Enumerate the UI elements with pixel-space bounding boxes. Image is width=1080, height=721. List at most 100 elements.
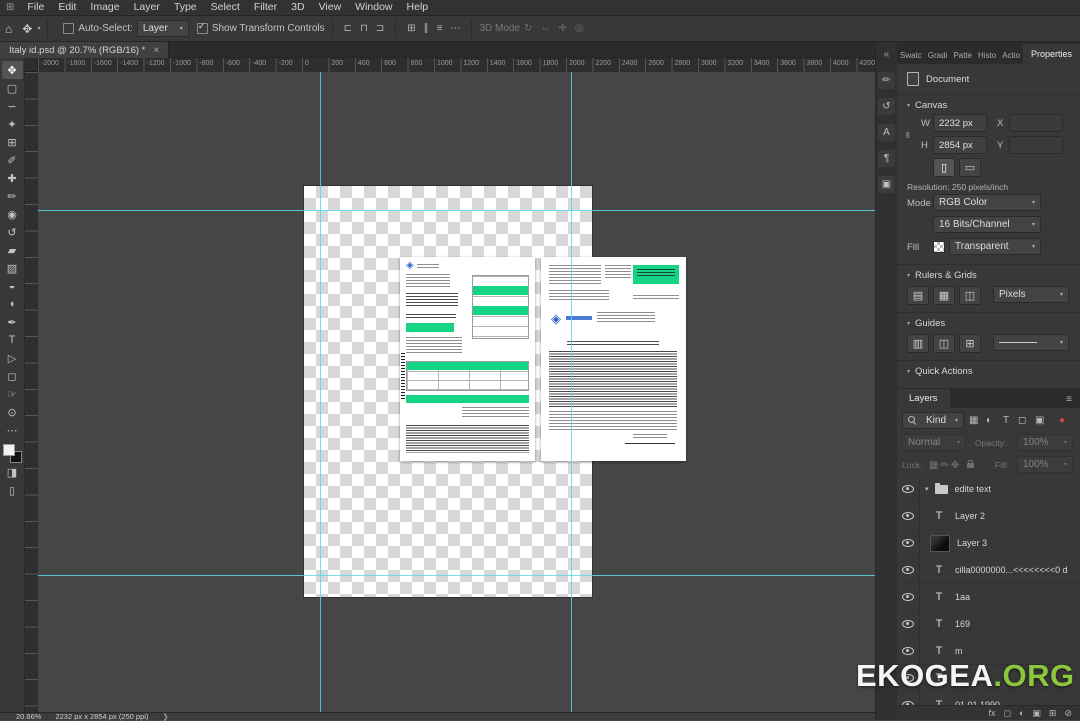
layer-row[interactable]: T 169 bbox=[897, 611, 1080, 638]
toggle-snap-button[interactable]: ◫ bbox=[959, 286, 981, 305]
toggle-rulers-button[interactable]: ▤ bbox=[907, 286, 929, 305]
layer-row[interactable]: T bbox=[897, 665, 1080, 692]
v-ruler[interactable] bbox=[25, 72, 39, 712]
filter-type-layers-icon[interactable]: T bbox=[1003, 415, 1009, 426]
menu-filter[interactable]: Filter bbox=[247, 0, 284, 15]
crop-tool[interactable]: ⊞ bbox=[2, 133, 23, 151]
lock-position-icon[interactable]: ✥ bbox=[951, 460, 959, 471]
filter-pixel-layers-icon[interactable]: ▦ bbox=[969, 415, 978, 426]
layer-fill-dropdown[interactable]: 100% ▾ bbox=[1017, 456, 1073, 473]
zoom-tool[interactable]: ⊙ bbox=[2, 403, 23, 421]
close-tab-icon[interactable]: × bbox=[153, 45, 159, 56]
layer-row[interactable]: T Layer 2 bbox=[897, 503, 1080, 530]
path-selection-tool[interactable]: ▷ bbox=[2, 349, 23, 367]
layer-row-group[interactable]: ▾ edite text bbox=[897, 476, 1080, 503]
orientation-landscape-button[interactable]: ▭ bbox=[959, 158, 981, 177]
visibility-toggle[interactable] bbox=[897, 611, 920, 637]
visibility-toggle[interactable] bbox=[897, 638, 920, 664]
rulers-grids-section-header[interactable]: ▾ Rulers & Grids bbox=[907, 270, 977, 281]
distribute-evenly-icon[interactable]: ≡ bbox=[433, 23, 447, 34]
character-panel-icon[interactable]: A bbox=[878, 124, 895, 141]
filter-toggle-icon[interactable]: ● bbox=[1059, 415, 1065, 426]
quick-selection-tool[interactable]: ✦ bbox=[2, 115, 23, 133]
ruler-corner[interactable] bbox=[25, 58, 38, 72]
panel-menu-icon[interactable]: ≡ bbox=[1066, 394, 1080, 408]
visibility-toggle[interactable] bbox=[897, 584, 920, 610]
quick-actions-section-header[interactable]: ▾ Quick Actions bbox=[907, 366, 973, 377]
3d-move-icon[interactable]: ✛ bbox=[554, 23, 570, 34]
history-panel-icon[interactable]: ↺ bbox=[878, 98, 895, 115]
tab-properties[interactable]: Properties bbox=[1023, 44, 1080, 64]
healing-brush-tool[interactable]: ✚ bbox=[2, 169, 23, 187]
tab-gradients[interactable]: Gradi bbox=[925, 47, 951, 64]
layer-row[interactable]: T 1aa bbox=[897, 584, 1080, 611]
visibility-toggle[interactable] bbox=[897, 530, 920, 556]
canvas-fill-dropdown[interactable]: Transparent ▾ bbox=[949, 238, 1041, 255]
link-dimensions-icon[interactable]: ∞ bbox=[903, 132, 913, 138]
menu-file[interactable]: File bbox=[20, 0, 51, 15]
distribute-horizontal-icon[interactable]: ∥ bbox=[420, 23, 433, 34]
distribute-vertical-icon[interactable]: ⊞ bbox=[403, 23, 419, 34]
menu-image[interactable]: Image bbox=[83, 0, 126, 15]
status-chevron-icon[interactable]: ❯ bbox=[162, 712, 168, 721]
layer-mask-icon[interactable]: ◻ bbox=[1003, 708, 1010, 718]
canvas-section-header[interactable]: ▾ Canvas bbox=[907, 100, 947, 111]
document-page-left[interactable]: ◈ bbox=[400, 257, 535, 461]
tab-layers[interactable]: Layers bbox=[897, 389, 950, 408]
new-layer-icon[interactable]: ⊞ bbox=[1049, 708, 1057, 718]
3d-orbit-icon[interactable]: ↻ bbox=[520, 23, 536, 34]
tool-preset-caret-icon[interactable]: ▾ bbox=[37, 25, 40, 32]
layer-name[interactable]: 1aa bbox=[955, 592, 970, 602]
menu-edit[interactable]: Edit bbox=[51, 0, 83, 15]
menu-window[interactable]: Window bbox=[348, 0, 399, 15]
menu-view[interactable]: View bbox=[312, 0, 349, 15]
layer-filter-kind-dropdown[interactable]: Kind ▾ bbox=[902, 412, 964, 429]
layer-row[interactable]: T cilla0000000...<<<<<<<<0 d bbox=[897, 557, 1080, 584]
toggle-guides-button[interactable]: ▥ bbox=[907, 334, 929, 353]
layer-name[interactable]: cilla0000000...<<<<<<<<0 d bbox=[955, 565, 1068, 575]
visibility-toggle[interactable] bbox=[897, 665, 920, 691]
visibility-toggle[interactable] bbox=[897, 557, 920, 583]
edit-toolbar-button[interactable]: ⋯ bbox=[2, 421, 23, 439]
lasso-tool[interactable]: ∽ bbox=[2, 97, 23, 115]
brush-settings-panel-icon[interactable]: ✏ bbox=[878, 72, 895, 89]
shape-tool[interactable]: ◻ bbox=[2, 367, 23, 385]
menu-help[interactable]: Help bbox=[400, 0, 436, 15]
type-tool[interactable]: T bbox=[2, 331, 23, 349]
align-center-icon[interactable]: ⊓ bbox=[356, 23, 372, 34]
visibility-toggle[interactable] bbox=[897, 476, 920, 502]
show-transform-checkbox[interactable] bbox=[196, 21, 208, 34]
home-icon[interactable]: ⌂ bbox=[0, 23, 17, 35]
bit-depth-dropdown[interactable]: 16 Bits/Channel ▾ bbox=[933, 216, 1041, 233]
layer-name[interactable]: m bbox=[955, 646, 963, 656]
toggle-grid-button[interactable]: ▦ bbox=[933, 286, 955, 305]
tab-history[interactable]: Histo bbox=[975, 47, 999, 64]
filter-adjustment-layers-icon[interactable]: ◐ bbox=[986, 415, 992, 426]
gradient-tool[interactable]: ▨ bbox=[2, 259, 23, 277]
lock-all-icon[interactable] bbox=[967, 459, 975, 468]
lock-transparent-icon[interactable]: ▦ bbox=[929, 460, 938, 471]
lock-guides-button[interactable]: ◫ bbox=[933, 334, 955, 353]
menu-type[interactable]: Type bbox=[167, 0, 204, 15]
3d-scale-icon[interactable]: ◎ bbox=[571, 23, 588, 34]
guides-section-header[interactable]: ▾ Guides bbox=[907, 318, 945, 329]
tab-actions[interactable]: Actio bbox=[999, 47, 1023, 64]
menu-layer[interactable]: Layer bbox=[127, 0, 167, 15]
color-mode-dropdown[interactable]: RGB Color ▾ bbox=[933, 194, 1041, 211]
eyedropper-tool[interactable]: ✐ bbox=[2, 151, 23, 169]
3d-pan-icon[interactable]: ⇔ bbox=[536, 23, 554, 34]
height-field[interactable]: 2854 px bbox=[933, 136, 987, 154]
guide-horizontal-top[interactable] bbox=[38, 210, 875, 211]
canvas-viewport[interactable]: ◈ ◈ bbox=[38, 72, 875, 712]
eraser-tool[interactable]: ▰ bbox=[2, 241, 23, 259]
document-page-right[interactable]: ◈ bbox=[541, 257, 686, 461]
lock-pixels-icon[interactable]: ✏ bbox=[940, 460, 948, 471]
h-ruler[interactable]: -2000 -1800 -1600 -1400 -1200 -1000 -800 -600 -4… bbox=[38, 58, 875, 73]
layer-name[interactable]: Layer 3 bbox=[957, 538, 987, 548]
foreground-color-swatch[interactable] bbox=[2, 444, 15, 456]
foreground-background-swatches[interactable] bbox=[2, 444, 22, 463]
layer-row[interactable]: T m bbox=[897, 638, 1080, 665]
delete-layer-icon[interactable]: ⊘ bbox=[1064, 708, 1072, 718]
ruler-units-dropdown[interactable]: Pixels ▾ bbox=[993, 286, 1069, 303]
guide-horizontal-bottom[interactable] bbox=[38, 575, 875, 576]
